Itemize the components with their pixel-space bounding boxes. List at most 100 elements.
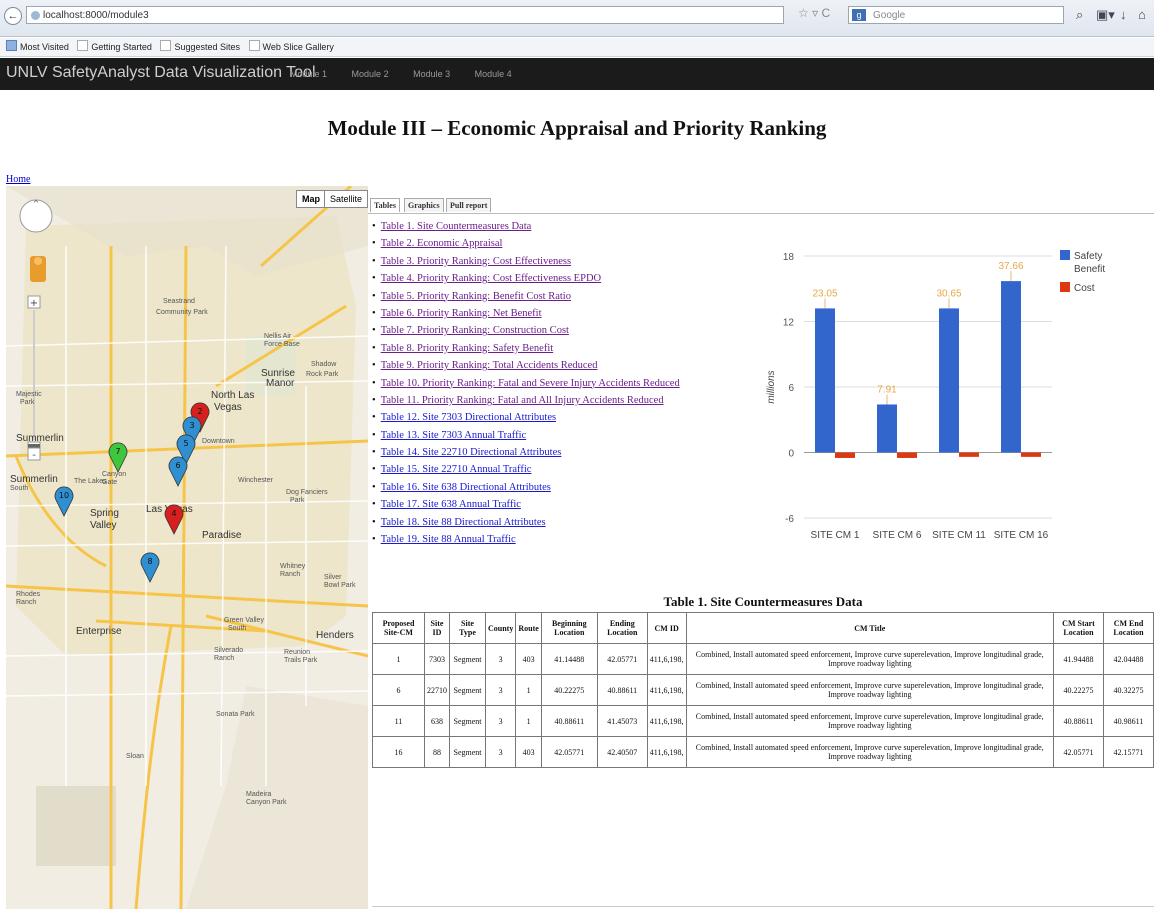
app-nav: Module 1 Module 2 Module 3 Module 4 bbox=[290, 69, 534, 79]
table-cell: Segment bbox=[449, 643, 486, 675]
table-link[interactable]: Table 5. Priority Ranking: Benefit Cost … bbox=[381, 291, 571, 302]
google-icon: g bbox=[852, 9, 866, 21]
legend-swatch bbox=[1060, 282, 1070, 292]
table-link[interactable]: Table 16. Site 638 Directional Attribute… bbox=[381, 482, 551, 493]
tab-tables[interactable]: Tables bbox=[370, 198, 400, 212]
downloads-icon[interactable]: ↓ bbox=[1120, 7, 1127, 22]
bookmarks-menu-icon[interactable]: ▣▾ bbox=[1096, 7, 1115, 23]
column-header: Beginning Location bbox=[540, 612, 598, 644]
map-label: Dog Fanciers bbox=[286, 489, 328, 496]
table-link[interactable]: Table 4. Priority Ranking: Cost Effectiv… bbox=[381, 273, 601, 284]
map-label: Vegas bbox=[214, 402, 242, 413]
map-label: Manor bbox=[266, 378, 295, 389]
site-countermeasures-table: Proposed Site-CM Site ID Site Type County Ro… bbox=[372, 612, 1154, 768]
table-cell: 11 bbox=[372, 705, 425, 737]
table-link[interactable]: Table 10. Priority Ranking: Fatal and Se… bbox=[381, 378, 680, 389]
tab-pull-report[interactable]: Pull report bbox=[446, 198, 492, 212]
cost-bar bbox=[897, 452, 917, 458]
table-link[interactable]: Table 15. Site 22710 Annual Traffic bbox=[381, 464, 532, 475]
tab-graphics[interactable]: Graphics bbox=[404, 198, 444, 212]
table-cell: Segment bbox=[449, 736, 486, 768]
table-cell: 42.05771 bbox=[540, 736, 598, 768]
map-label: South bbox=[228, 625, 246, 632]
bookmark-getting-started[interactable]: Getting Started bbox=[77, 38, 152, 56]
table-link-item: Table 4. Priority Ranking: Cost Effectiv… bbox=[372, 270, 680, 287]
home-icon[interactable]: ⌂ bbox=[1138, 7, 1146, 22]
legend-label: Benefit bbox=[1074, 264, 1105, 275]
map-label: Downtown bbox=[202, 438, 235, 445]
map-label: Madeira bbox=[246, 791, 271, 798]
table-link[interactable]: Table 1. Site Countermeasures Data bbox=[381, 221, 532, 232]
table-cell: 16 bbox=[372, 736, 425, 768]
table-cell: 411,6,198, bbox=[646, 736, 687, 768]
column-header: CM ID bbox=[646, 612, 687, 644]
map-marker-label: 2 bbox=[197, 407, 202, 416]
map-label: Bowl Park bbox=[324, 582, 356, 589]
nav-module-1[interactable]: Module 1 bbox=[290, 69, 327, 79]
map-label: Ranch bbox=[280, 571, 300, 578]
table-link[interactable]: Table 2. Economic Appraisal bbox=[381, 238, 503, 249]
map-canvas[interactable]: ^ + - Seastrand Community Park Nellis AirF… bbox=[6, 186, 368, 909]
nav-module-4[interactable]: Module 4 bbox=[475, 69, 512, 79]
bookmark-web-slice-gallery[interactable]: Web Slice Gallery bbox=[248, 38, 334, 56]
map-label: Sloan bbox=[126, 753, 144, 760]
map-label: Valley bbox=[90, 520, 117, 531]
home-link[interactable]: Home bbox=[6, 174, 30, 185]
map-label: Silverado bbox=[214, 647, 243, 654]
bookmark-most-visited[interactable]: Most Visited bbox=[6, 38, 69, 56]
table-cell: 1 bbox=[372, 643, 425, 675]
page-icon bbox=[248, 40, 260, 51]
page-title: Module III – Economic Appraisal and Prio… bbox=[327, 116, 827, 140]
table-link[interactable]: Table 19. Site 88 Annual Traffic bbox=[381, 534, 516, 545]
table-link[interactable]: Table 13. Site 7303 Annual Traffic bbox=[381, 430, 526, 441]
table-row: 16 88 Segment 3 403 42.05771 42.40507 411,6,198… bbox=[372, 736, 1154, 768]
nav-module-2[interactable]: Module 2 bbox=[352, 69, 389, 79]
table-link[interactable]: Table 11. Priority Ranking: Fatal and Al… bbox=[381, 395, 664, 406]
divider bbox=[372, 906, 1154, 907]
bookmark-suggested-sites[interactable]: Suggested Sites bbox=[160, 38, 240, 56]
table-link[interactable]: Table 8. Priority Ranking: Safety Benefi… bbox=[381, 343, 553, 354]
table-cell: 40.22275 bbox=[1053, 674, 1104, 706]
app-title[interactable]: UNLV SafetyAnalyst Data Visualization To… bbox=[6, 64, 316, 82]
table-link-item: Table 12. Site 7303 Directional Attribut… bbox=[372, 409, 680, 426]
map-marker-label: 7 bbox=[115, 447, 120, 456]
nav-module-3[interactable]: Module 3 bbox=[413, 69, 450, 79]
table-link[interactable]: Table 6. Priority Ranking: Net Benefit bbox=[381, 308, 542, 319]
app-header: UNLV SafetyAnalyst Data Visualization To… bbox=[0, 58, 1154, 90]
x-tick-label: SITE CM 1 bbox=[811, 530, 860, 541]
search-placeholder: Google bbox=[873, 10, 906, 21]
x-tick-label: SITE CM 11 bbox=[932, 530, 986, 541]
map-type-map-button[interactable]: Map bbox=[296, 190, 326, 208]
table-link[interactable]: Table 9. Priority Ranking: Total Acciden… bbox=[381, 360, 598, 371]
map-type-satellite-button[interactable]: Satellite bbox=[324, 190, 368, 208]
column-header: Proposed Site-CM bbox=[372, 612, 425, 644]
table-cell: 42.04488 bbox=[1103, 643, 1154, 675]
browser-toolbar: ← localhost:8000/module3 ☆ ▿ C g Google … bbox=[0, 0, 1154, 37]
search-go-icon[interactable]: ⌕ bbox=[1076, 7, 1083, 23]
column-header: CM Title bbox=[685, 612, 1054, 644]
table-header-row: Proposed Site-CM Site ID Site Type County Ro… bbox=[372, 612, 1154, 644]
map-view[interactable]: ^ + - Seastrand Community Park Nellis Air F… bbox=[6, 186, 368, 909]
table-cell: 42.05771 bbox=[1053, 736, 1104, 768]
table-link-item: Table 3. Priority Ranking: Cost Effectiv… bbox=[372, 253, 680, 270]
table-link[interactable]: Table 12. Site 7303 Directional Attribut… bbox=[381, 412, 556, 423]
table-link[interactable]: Table 7. Priority Ranking: Construction … bbox=[381, 325, 569, 336]
table-cell: Combined, Install automated speed enforc… bbox=[685, 736, 1054, 768]
map-marker-label: 8 bbox=[147, 557, 152, 566]
map-label: The Lakes bbox=[74, 478, 107, 485]
cost-bar bbox=[835, 452, 855, 458]
url-bar[interactable]: localhost:8000/module3 bbox=[26, 6, 784, 24]
table-link[interactable]: Table 14. Site 22710 Directional Attribu… bbox=[381, 447, 562, 458]
table-link[interactable]: Table 18. Site 88 Directional Attributes bbox=[381, 517, 546, 528]
bookmark-star-icon[interactable]: ☆ ▿ C bbox=[798, 6, 830, 20]
table-link[interactable]: Table 3. Priority Ranking: Cost Effectiv… bbox=[381, 256, 571, 267]
table-link[interactable]: Table 17. Site 638 Annual Traffic bbox=[381, 499, 521, 510]
table-cell: 3 bbox=[484, 705, 517, 737]
table-link-item: Table 9. Priority Ranking: Total Acciden… bbox=[372, 357, 680, 374]
table-cell: 41.94488 bbox=[1053, 643, 1104, 675]
map-marker-label: 4 bbox=[171, 509, 176, 518]
search-input[interactable]: g Google bbox=[848, 6, 1064, 24]
map-label: Seastrand bbox=[163, 298, 195, 305]
column-header: Route bbox=[515, 612, 542, 644]
back-button[interactable]: ← bbox=[4, 7, 22, 25]
